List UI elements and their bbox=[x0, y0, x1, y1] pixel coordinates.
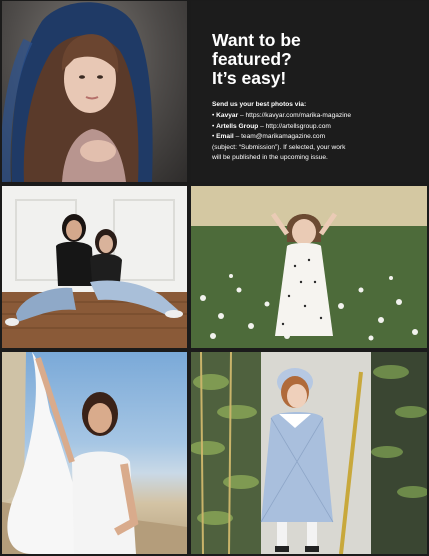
photo-girl-blue-shawl bbox=[2, 1, 187, 182]
photo-two-girls-floor bbox=[2, 186, 187, 348]
submission-channel-detail[interactable]: – https://kavyar.com/marika-magazine bbox=[238, 112, 351, 119]
submission-instructions: Send us your best photos via: • Kavyar –… bbox=[212, 100, 422, 163]
feature-info-panel: Want to be featured? It’s easy! Send us … bbox=[191, 1, 427, 182]
submission-channel-name: Email bbox=[216, 133, 234, 141]
submission-channel-name: Artells Group bbox=[216, 122, 259, 130]
instructions-lead: Send us your best photos via: bbox=[212, 101, 307, 108]
bullet: • bbox=[212, 112, 215, 120]
headline-line-1: Want to be bbox=[212, 30, 301, 50]
submission-item-email: • Email – team@marikamagazine.com bbox=[212, 132, 422, 142]
photo-toddler-blue-coat bbox=[191, 352, 427, 554]
note-line-1: (subject: “Submission”). If selected, yo… bbox=[212, 143, 346, 151]
headline-line-3: It’s easy! bbox=[212, 68, 287, 88]
bullet: • bbox=[212, 133, 215, 141]
headline-line-2: featured? bbox=[212, 49, 292, 69]
submission-item-artells: • Artells Group – http://artellsgroup.co… bbox=[212, 122, 422, 132]
headline: Want to be featured? It’s easy! bbox=[212, 31, 412, 88]
submission-channel-name: Kavyar bbox=[216, 112, 239, 120]
submission-item-kavyar: • Kavyar – https://kavyar.com/marika-mag… bbox=[212, 111, 422, 121]
bullet: • bbox=[212, 122, 215, 130]
note-line-2: will be published in the upcoming issue. bbox=[212, 154, 328, 162]
magazine-page: Want to be featured? It’s easy! Send us … bbox=[0, 0, 429, 556]
submission-channel-detail[interactable]: – http://artellsgroup.com bbox=[258, 123, 331, 130]
submission-channel-detail[interactable]: – team@marikamagazine.com bbox=[234, 133, 326, 140]
photo-girl-white-fabric bbox=[2, 352, 187, 554]
photo-girl-flower-field bbox=[191, 186, 427, 348]
